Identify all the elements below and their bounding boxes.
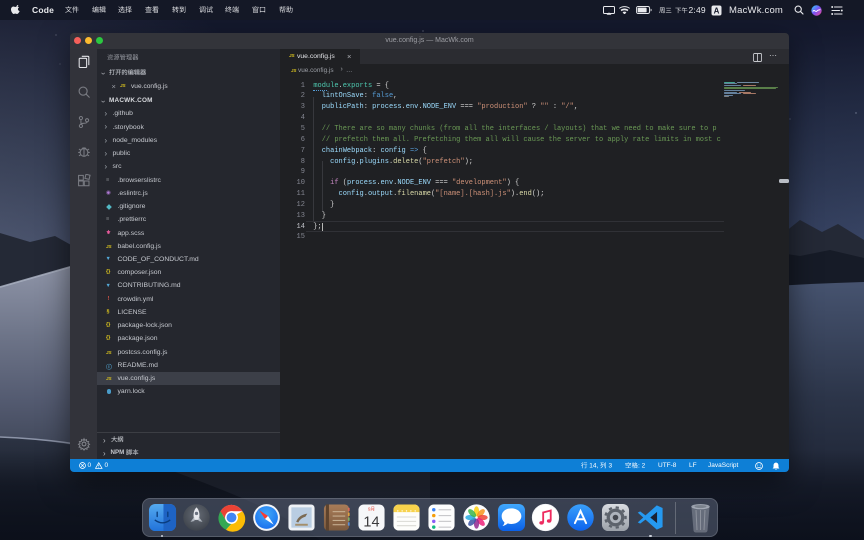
svg-text:A: A <box>714 6 720 15</box>
svg-text:14: 14 <box>363 515 379 531</box>
